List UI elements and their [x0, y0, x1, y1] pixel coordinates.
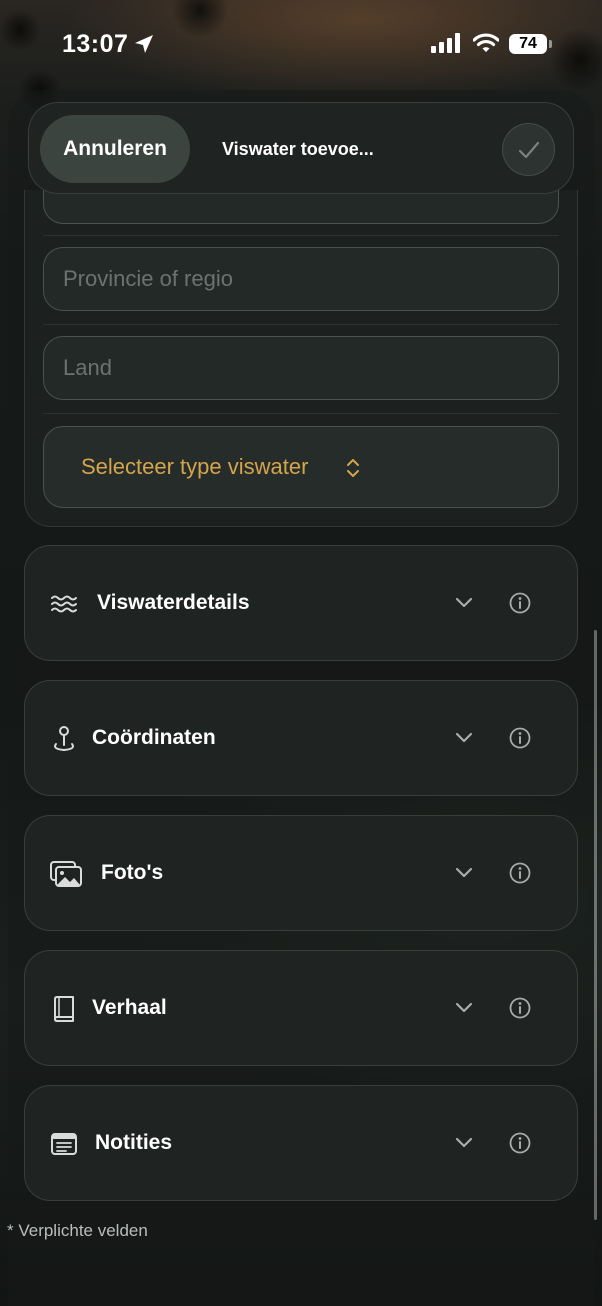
info-icon[interactable] — [509, 997, 531, 1019]
status-bar: 13:07 74 — [0, 0, 602, 92]
location-arrow-icon — [135, 35, 153, 53]
water-type-select-label: Selecteer type viswater — [81, 454, 309, 479]
location-form-card: Provincie of regio Land Selecteer type v… — [24, 180, 578, 527]
confirm-button[interactable] — [502, 123, 555, 176]
navigation-bar: Annuleren Viswater toevoe... — [28, 102, 574, 194]
section-title: Foto's — [101, 861, 164, 884]
waves-icon — [51, 595, 77, 613]
info-icon[interactable] — [509, 727, 531, 749]
page-title: Viswater toevoe... — [222, 139, 374, 159]
battery-tip — [549, 40, 552, 48]
section-verhaal[interactable]: Verhaal — [24, 950, 578, 1066]
notes-icon — [51, 1133, 77, 1155]
chevron-down-icon[interactable] — [455, 731, 473, 745]
field-divider — [43, 235, 559, 236]
section-title: Coördinaten — [92, 726, 216, 749]
wifi-icon — [473, 33, 499, 52]
section-title: Notities — [95, 1131, 173, 1154]
scrollbar[interactable] — [594, 630, 597, 1220]
battery-level: 74 — [509, 34, 547, 54]
chevron-down-icon[interactable] — [455, 1136, 473, 1150]
cellular-signal-icon — [431, 33, 460, 53]
field-divider — [43, 413, 559, 414]
section-title: Viswaterdetails — [97, 591, 250, 614]
chevron-down-icon[interactable] — [455, 1001, 473, 1015]
status-time: 13:07 — [62, 30, 129, 58]
info-icon[interactable] — [509, 592, 531, 614]
field-divider — [43, 324, 559, 325]
photos-icon — [50, 861, 82, 887]
chevron-down-icon[interactable] — [455, 866, 473, 880]
info-icon[interactable] — [509, 1132, 531, 1154]
cancel-button[interactable]: Annuleren — [40, 115, 190, 183]
water-type-select[interactable]: Selecteer type viswater — [43, 426, 559, 508]
section-notities[interactable]: Notities — [24, 1085, 578, 1201]
map-pin-icon — [54, 726, 74, 752]
required-fields-note: * Verplichte velden — [7, 1221, 148, 1240]
country-input[interactable]: Land — [43, 336, 559, 400]
info-icon[interactable] — [509, 862, 531, 884]
region-input[interactable]: Provincie of regio — [43, 247, 559, 311]
chevron-down-icon[interactable] — [455, 596, 473, 610]
book-icon — [54, 996, 74, 1022]
battery-indicator: 74 — [509, 34, 553, 54]
section-title: Verhaal — [92, 996, 167, 1019]
section-fotos[interactable]: Foto's — [24, 815, 578, 931]
section-viswaterdetails[interactable]: Viswaterdetails — [24, 545, 578, 661]
section-coordinaten[interactable]: Coördinaten — [24, 680, 578, 796]
chevron-up-down-icon — [347, 459, 359, 477]
checkmark-icon — [518, 141, 540, 159]
